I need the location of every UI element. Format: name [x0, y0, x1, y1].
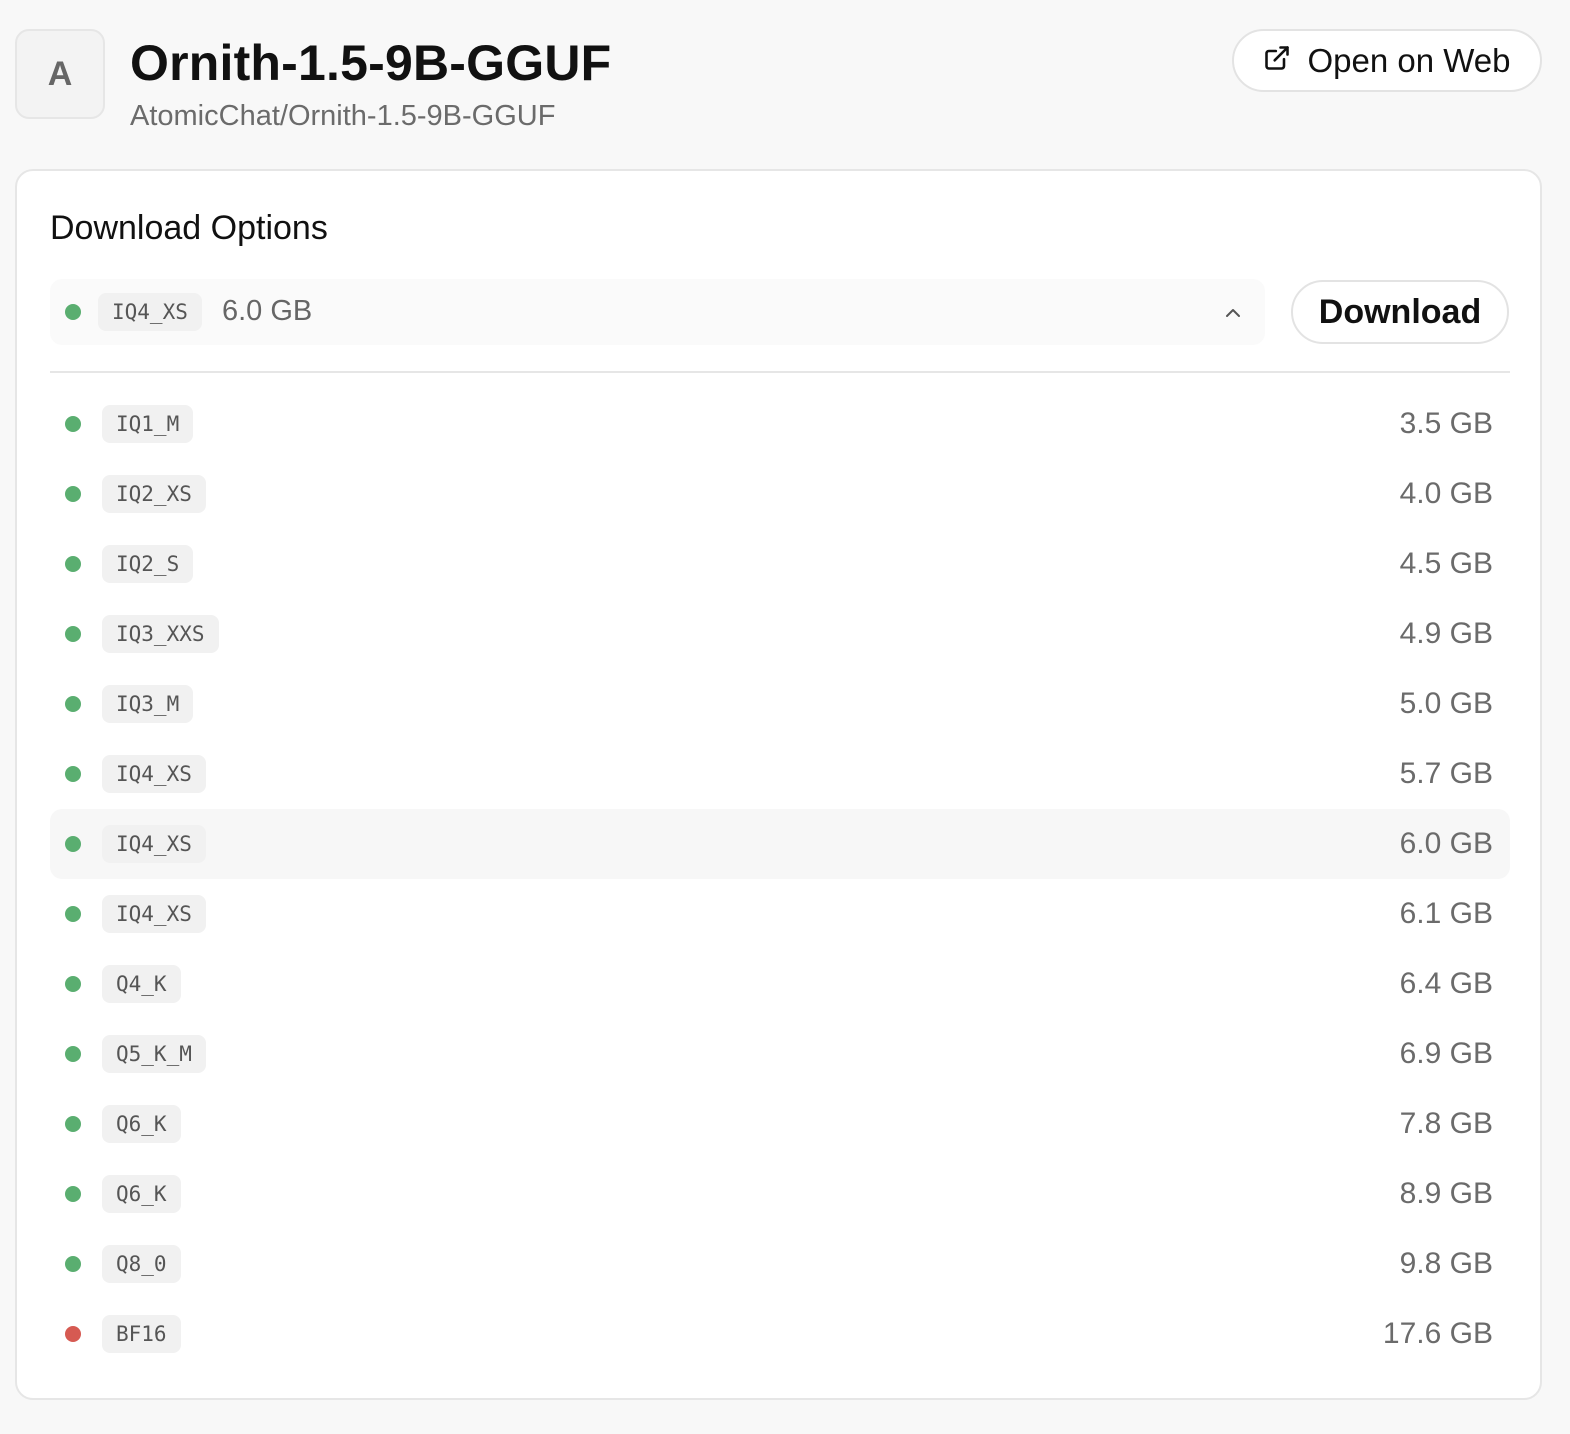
file-size: 3.5 GB — [1399, 407, 1493, 440]
status-dot — [65, 1256, 81, 1272]
file-size: 4.0 GB — [1399, 477, 1493, 510]
quant-chip: IQ4_XS — [102, 825, 206, 863]
download-button[interactable]: Download — [1291, 280, 1509, 344]
status-dot — [65, 976, 81, 992]
quant-chip: IQ2_XS — [102, 475, 206, 513]
quant-option-row[interactable]: Q6_K 7.8 GB — [50, 1089, 1510, 1159]
file-size: 6.1 GB — [1399, 897, 1493, 930]
status-dot — [65, 1116, 81, 1132]
quant-option-row[interactable]: IQ4_XS 6.0 GB — [50, 809, 1510, 879]
divider — [50, 371, 1510, 373]
file-size: 9.8 GB — [1399, 1247, 1493, 1280]
quant-chip: Q4_K — [102, 965, 181, 1003]
file-size: 5.0 GB — [1399, 687, 1493, 720]
page-title: Ornith-1.5-9B-GGUF — [130, 35, 612, 91]
model-avatar: A — [15, 29, 105, 119]
avatar-letter: A — [47, 54, 73, 93]
external-link-icon — [1263, 42, 1291, 80]
status-dot — [65, 766, 81, 782]
quant-chip: IQ4_XS — [102, 755, 206, 793]
status-dot — [65, 626, 81, 642]
quant-chip: Q6_K — [102, 1175, 181, 1213]
status-dot — [65, 1046, 81, 1062]
file-size: 4.5 GB — [1399, 547, 1493, 580]
file-size: 17.6 GB — [1382, 1317, 1493, 1350]
quant-chip: IQ3_M — [102, 685, 194, 723]
file-size: 4.9 GB — [1399, 617, 1493, 650]
download-options-card: Download Options IQ4_XS 6.0 GB Download … — [15, 169, 1542, 1400]
file-size: 8.9 GB — [1399, 1177, 1493, 1210]
open-on-web-label: Open on Web — [1307, 41, 1511, 79]
open-on-web-button[interactable]: Open on Web — [1232, 29, 1542, 92]
quant-chip: Q6_K — [102, 1105, 181, 1143]
quant-option-row[interactable]: BF16 17.6 GB — [50, 1299, 1510, 1369]
download-options-title: Download Options — [50, 209, 328, 247]
quant-option-row[interactable]: Q6_K 8.9 GB — [50, 1159, 1510, 1229]
quant-chip: IQ1_M — [102, 405, 194, 443]
quant-option-row[interactable]: Q8_0 9.8 GB — [50, 1229, 1510, 1299]
selected-size: 6.0 GB — [222, 295, 313, 327]
file-size: 6.0 GB — [1399, 827, 1493, 860]
quant-option-row[interactable]: IQ3_XXS 4.9 GB — [50, 599, 1510, 669]
file-size: 5.7 GB — [1399, 757, 1493, 790]
quant-chip: IQ4_XS — [102, 895, 206, 933]
file-size: 6.9 GB — [1399, 1037, 1493, 1070]
quant-chip: BF16 — [102, 1315, 181, 1353]
status-dot — [65, 416, 81, 432]
quant-option-row[interactable]: IQ2_S 4.5 GB — [50, 529, 1510, 599]
status-dot — [65, 836, 81, 852]
quant-option-row[interactable]: IQ3_M 5.0 GB — [50, 669, 1510, 739]
status-dot — [65, 486, 81, 502]
quant-option-row[interactable]: IQ1_M 3.5 GB — [50, 389, 1510, 459]
file-size: 7.8 GB — [1399, 1107, 1493, 1140]
quant-option-row[interactable]: Q4_K 6.4 GB — [50, 949, 1510, 1019]
quant-option-row[interactable]: IQ4_XS 6.1 GB — [50, 879, 1510, 949]
status-dot — [65, 304, 81, 320]
quant-option-row[interactable]: IQ4_XS 5.7 GB — [50, 739, 1510, 809]
status-dot — [65, 1186, 81, 1202]
status-dot — [65, 1326, 81, 1342]
selected-quant-chip: IQ4_XS — [98, 293, 202, 331]
repo-path: AtomicChat/Ornith-1.5-9B-GGUF — [130, 100, 556, 132]
chevron-up-icon — [1223, 303, 1243, 323]
quant-option-row[interactable]: Q5_K_M 6.9 GB — [50, 1019, 1510, 1089]
status-dot — [65, 696, 81, 712]
status-dot — [65, 906, 81, 922]
model-detail-page: A Ornith-1.5-9B-GGUF AtomicChat/Ornith-1… — [0, 0, 1570, 1434]
quant-chip: Q8_0 — [102, 1245, 181, 1283]
quant-select[interactable]: IQ4_XS 6.0 GB — [50, 279, 1265, 345]
quant-chip: Q5_K_M — [102, 1035, 206, 1073]
status-dot — [65, 556, 81, 572]
quant-chip: IQ2_S — [102, 545, 194, 583]
file-size: 6.4 GB — [1399, 967, 1493, 1000]
quant-options-list: IQ1_M 3.5 GB IQ2_XS 4.0 GB IQ2_S 4.5 GB IQ3_XX… — [50, 389, 1510, 1369]
quant-chip: IQ3_XXS — [102, 615, 219, 653]
quant-option-row[interactable]: IQ2_XS 4.0 GB — [50, 459, 1510, 529]
